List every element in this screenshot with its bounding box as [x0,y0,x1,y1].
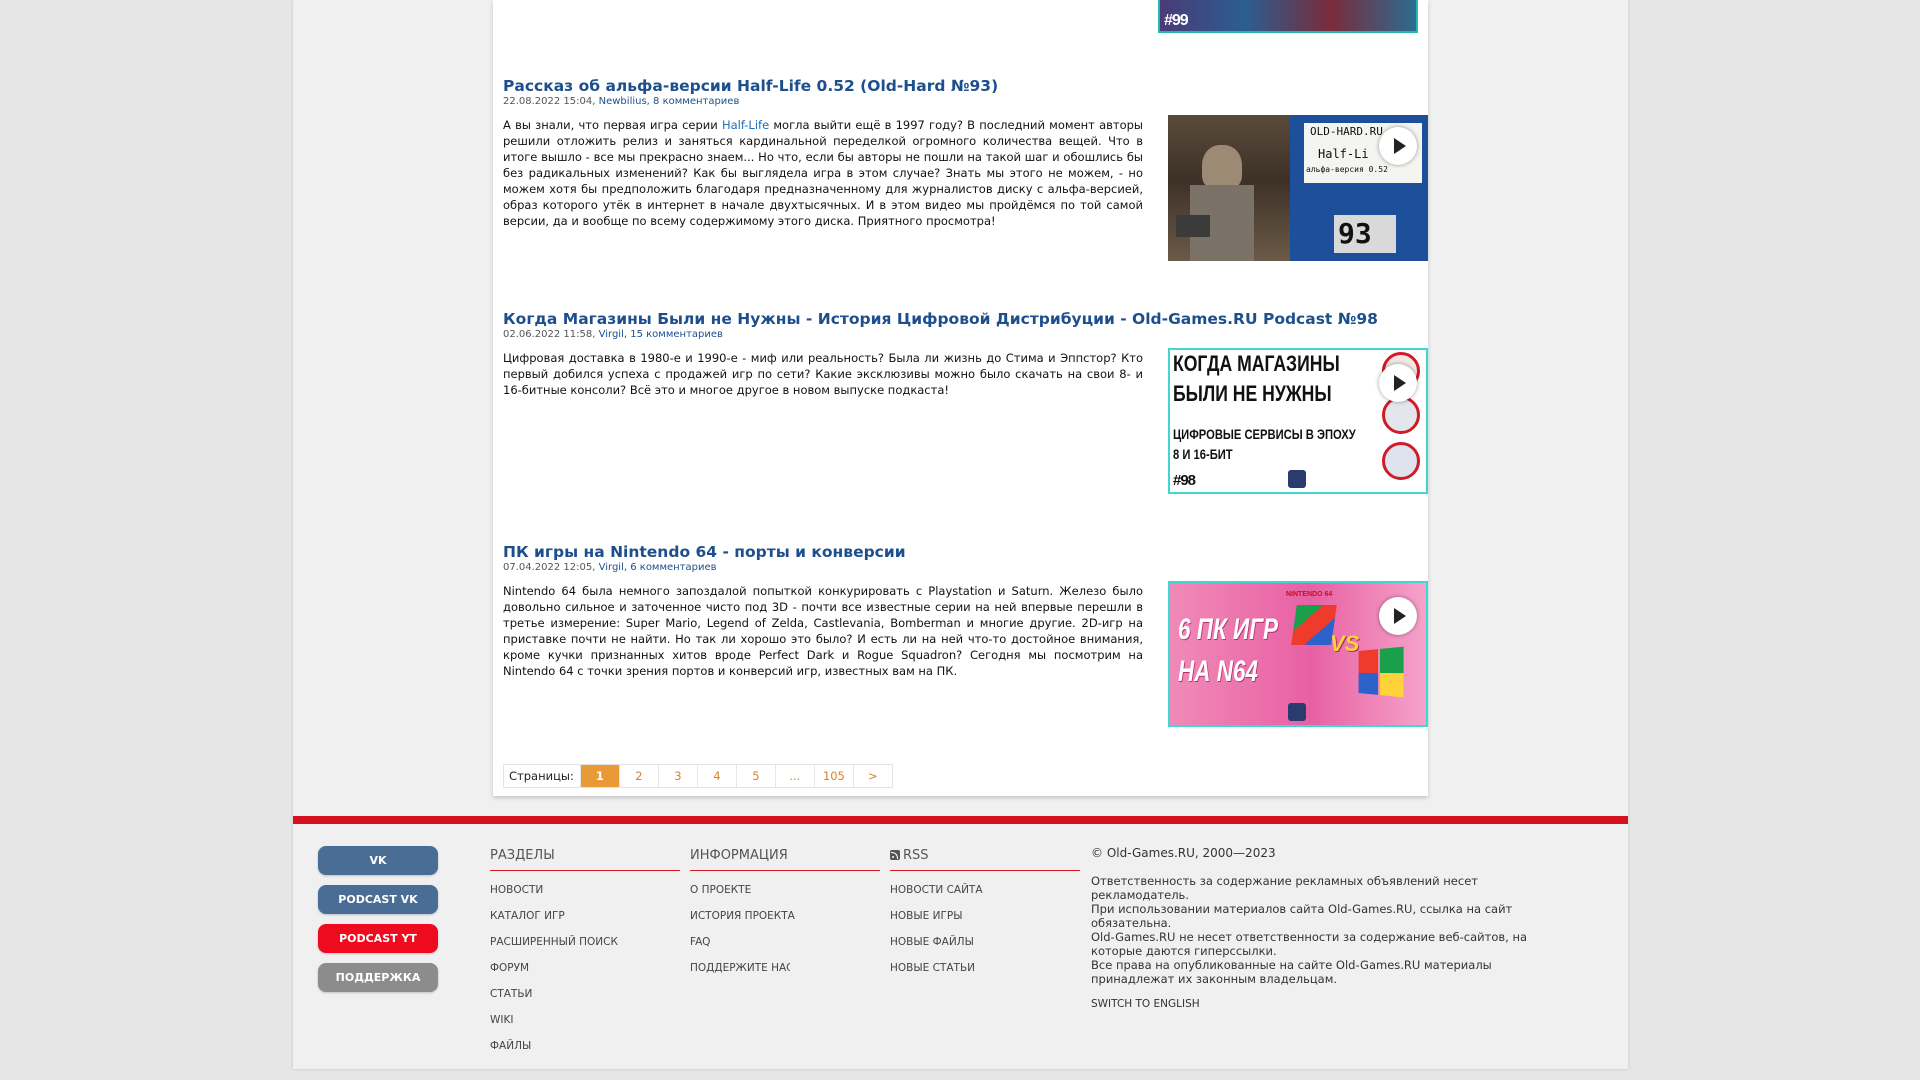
footer-link-site-news[interactable]: НОВОСТИ САЙТА [890,884,1080,897]
article-text: Цифровая доставка в 1980-е и 1990-е - ми… [503,351,1143,397]
page-link-current[interactable]: 1 [579,765,619,787]
footer-rss: RSS НОВОСТИ САЙТА НОВЫЕ ИГРЫ НОВЫЕ ФАЙЛЫ… [890,848,1080,975]
article-date: 07.04.2022 12:05, [503,562,599,573]
footer-rss-heading: RSS [890,848,1080,871]
article-meta: 22.08.2022 15:04, Newbilius, 8 комментар… [503,96,739,107]
page-link[interactable]: 4 [696,765,736,787]
pagination: Страницы: 1 2 3 4 5 ... 105 > [503,764,893,788]
news-list: #99 Рассказ об альфа-версии Half-Life 0.… [493,0,1428,796]
no-disc-icon [1382,442,1420,480]
footer-link-new-games[interactable]: НОВЫЕ ИГРЫ [890,910,1080,923]
pagination-label: Страницы: [509,769,574,783]
footer-sections-heading: РАЗДЕЛЫ [490,848,680,871]
article-title[interactable]: Рассказ об альфа-версии Half-Life 0.52 (… [503,77,998,95]
footer-sections: РАЗДЕЛЫ НОВОСТИ КАТАЛОГ ИГР РАСШИРЕННЫЙ … [490,848,680,1053]
page-link[interactable]: 2 [618,765,658,787]
video-thumbnail[interactable]: 6 ПК ИГР НА N64 NINTENDO 64 VS [1168,581,1428,727]
game-scene-image [1168,115,1290,261]
footer-link-forum[interactable]: ФОРУМ [490,962,680,975]
footer-link-articles[interactable]: СТАТЬИ [490,988,680,1001]
footer-legal: © Old-Games.RU, 2000—2023 Ответственност… [1091,846,1561,1010]
video-thumbnail[interactable]: OLD-HARD.RU Half-Li альфа-версия 0.52 93 [1168,115,1428,261]
video-thumbnail[interactable]: КОГДА МАГАЗИНЫ БЫЛИ НЕ НУЖНЫ ЦИФРОВЫЕ СЕ… [1168,348,1428,494]
next-page-button[interactable]: > [852,765,892,787]
article-inline-link[interactable]: Half-Life [722,118,769,132]
logo-icon [1288,703,1306,721]
article-meta: 02.06.2022 11:58, Virgil, 15 комментарие… [503,329,723,340]
footer-info: ИНФОРМАЦИЯ О ПРОЕКТЕ ИСТОРИЯ ПРОЕКТА FAQ… [690,848,880,975]
article-text: Nintendo 64 была немного запоздалой попы… [503,584,1143,678]
article-author[interactable]: Virgil [599,562,624,573]
article-comments[interactable]: , 8 комментариев [647,96,740,107]
podcast-vk-button[interactable]: PODCAST VK [318,885,438,914]
article-item: Когда Магазины Были не Нужны - История Ц… [503,310,1428,500]
page-ellipsis: ... [774,765,814,787]
article-item: ПК игры на Nintendo 64 - порты и конверс… [503,543,1428,733]
play-icon[interactable] [1379,597,1417,635]
footer-link-files[interactable]: ФАЙЛЫ [490,1040,680,1053]
footer-link-search[interactable]: РАСШИРЕННЫЙ ПОИСК [490,936,680,949]
article-title[interactable]: Когда Магазины Были не Нужны - История Ц… [503,310,1378,328]
article-author[interactable]: Newbilius [599,96,647,107]
issue-number: 93 [1338,217,1372,250]
play-icon[interactable] [1379,127,1417,165]
switch-language-link[interactable]: SWITCH TO ENGLISH [1091,998,1561,1010]
legal-text: Все права на опубликованные на сайте Old… [1091,958,1492,986]
article-author[interactable]: Virgil [599,329,624,340]
page-link[interactable]: 3 [657,765,697,787]
article-comments[interactable]: , 15 комментариев [624,329,723,340]
footer-link-support[interactable]: ПОДДЕРЖИТЕ НАС! [690,962,790,975]
footer-link-faq[interactable]: FAQ [690,936,880,949]
windows-logo-icon [1358,646,1404,698]
footer-link-catalog[interactable]: КАТАЛОГ ИГР [490,910,680,923]
article-comments[interactable]: , 6 комментариев [624,562,717,573]
logo-icon [1288,470,1306,488]
page-link-last[interactable]: 105 [813,765,853,787]
article-text: А вы знали, что первая игра серии Half-L… [503,118,1144,228]
issue-number: #98 [1173,472,1196,489]
vk-button[interactable]: VK [318,846,438,875]
legal-text: Ответственность за содержание рекламных … [1091,874,1478,902]
article-date: 22.08.2022 15:04, [503,96,599,107]
article-title[interactable]: ПК игры на Nintendo 64 - порты и конверс… [503,543,906,561]
legal-text: Old-Games.RU не несет ответственности за… [1091,930,1528,958]
rss-icon [890,850,900,860]
play-icon[interactable] [1379,364,1417,402]
podcast-yt-button[interactable]: PODCAST YT [318,924,438,953]
footer-link-news[interactable]: НОВОСТИ [490,884,680,897]
support-button[interactable]: ПОДДЕРЖКА [318,963,438,992]
article-item: Рассказ об альфа-версии Half-Life 0.52 (… [503,77,1428,267]
video-thumbnail-top[interactable]: #99 [1158,0,1418,33]
page-link[interactable]: 5 [735,765,775,787]
issue-number: #99 [1164,12,1189,29]
footer-info-heading: ИНФОРМАЦИЯ [690,848,880,871]
footer-link-about[interactable]: О ПРОЕКТЕ [690,884,880,897]
legal-text: При использовании материалов сайта Old-G… [1091,902,1513,930]
article-date: 02.06.2022 11:58, [503,329,599,340]
footer-link-new-files[interactable]: НОВЫЕ ФАЙЛЫ [890,936,1080,949]
article-meta: 07.04.2022 12:05, Virgil, 6 комментариев [503,562,717,573]
copyright: © Old-Games.RU, 2000—2023 [1091,846,1276,860]
footer-divider [293,816,1628,824]
footer-link-new-articles[interactable]: НОВЫЕ СТАТЬИ [890,962,1080,975]
footer-link-history[interactable]: ИСТОРИЯ ПРОЕКТА [690,910,880,923]
footer-link-wiki[interactable]: WIKI [490,1014,680,1027]
